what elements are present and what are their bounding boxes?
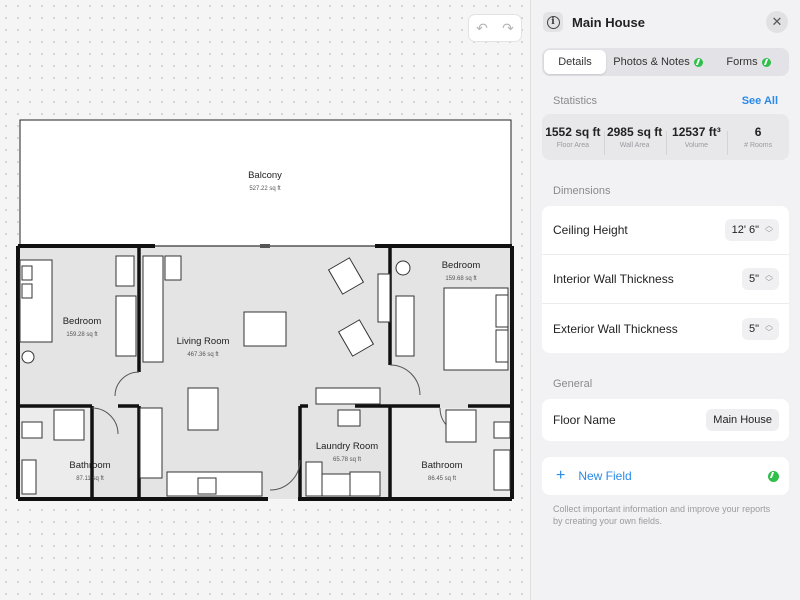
close-icon: ✕ xyxy=(771,14,783,29)
row-label: Interior Wall Thickness xyxy=(553,272,674,286)
floor-plan[interactable]: Balcony 527.22 sq ft Bedroom 159.28 sq f… xyxy=(0,110,530,510)
stat-rooms: 6 # Rooms xyxy=(727,125,789,155)
picker-value: 5" xyxy=(748,322,759,335)
row-label: Floor Name xyxy=(553,413,616,427)
room-area: 87.11 sq ft xyxy=(76,476,104,482)
redo-button[interactable]: ↷ xyxy=(495,15,521,41)
window-mark xyxy=(260,244,270,248)
room-name: Bedroom xyxy=(442,260,481,271)
stat-label: Volume xyxy=(684,142,709,149)
statistics-card: 1552 sq ft Floor Area 2985 sq ft Wall Ar… xyxy=(542,114,789,160)
tab-forms[interactable]: Forms xyxy=(710,50,787,74)
tab-bar: Details Photos & Notes Forms xyxy=(542,48,789,76)
chevron-up-down-icon: ︿ ﹀ xyxy=(765,319,773,337)
redo-arrow-icon: ↷ xyxy=(502,19,514,36)
new-field-help: Collect important information and improv… xyxy=(553,504,771,526)
close-button[interactable]: ✕ xyxy=(766,11,788,33)
stat-volume: 12537 ft³ Volume xyxy=(665,125,728,155)
room-name: Living Room xyxy=(177,336,230,347)
statistics-header: Statistics See All xyxy=(531,92,800,110)
undo-button[interactable]: ↶ xyxy=(469,15,495,41)
undo-arrow-icon: ↶ xyxy=(476,19,488,36)
section-title: Dimensions xyxy=(553,185,611,197)
undo-redo-group: ↶ ↷ xyxy=(468,14,522,42)
stat-value: 2985 sq ft xyxy=(606,125,663,139)
stat-label: Wall Area xyxy=(619,142,650,149)
ceiling-height-picker[interactable]: 12' 6" ︿ ﹀ xyxy=(724,219,779,241)
stat-value: 12537 ft³ xyxy=(672,125,721,139)
picker-value: 5" xyxy=(748,273,759,285)
room-name: Bathroom xyxy=(421,460,462,471)
see-all-link[interactable]: See All xyxy=(742,95,778,107)
dimensions-header: Dimensions xyxy=(531,182,800,200)
new-field-label: New Field xyxy=(578,469,632,483)
chevron-up-down-icon: ︿ ﹀ xyxy=(765,270,773,287)
section-title: Statistics xyxy=(553,95,598,107)
dimensions-card: Ceiling Height 12' 6" ︿ ﹀ Interior Wall T… xyxy=(542,206,789,353)
stat-wall-area: 2985 sq ft Wall Area xyxy=(603,125,666,155)
bolt-badge-icon xyxy=(693,57,703,67)
room-name: Laundry Room xyxy=(316,441,378,452)
picker-value: 12' 6" xyxy=(731,224,759,236)
room-area: 65.78 sq ft xyxy=(333,457,361,463)
panel-header: i Main House ✕ xyxy=(531,0,800,44)
section-title: General xyxy=(553,378,593,390)
interior-wall-picker[interactable]: 5" ︿ ﹀ xyxy=(741,268,779,290)
tab-label: Forms xyxy=(726,56,758,68)
room-name: Bathroom xyxy=(69,460,110,471)
chevron-up-down-icon: ︿ ﹀ xyxy=(765,221,773,238)
room-area: 527.22 sq ft xyxy=(249,186,281,192)
panel-title: Main House xyxy=(572,14,645,30)
balcony-area[interactable] xyxy=(19,119,512,247)
general-card: Floor Name Main House xyxy=(542,399,789,441)
ceiling-height-row: Ceiling Height 12' 6" ︿ ﹀ xyxy=(542,206,789,255)
stat-floor-area: 1552 sq ft Floor Area xyxy=(542,125,604,149)
tab-details[interactable]: Details xyxy=(544,50,606,74)
row-label: Exterior Wall Thickness xyxy=(553,321,678,336)
room-area: 467.36 sq ft xyxy=(187,352,219,358)
stat-label: Floor Area xyxy=(556,142,590,149)
room-name: Balcony xyxy=(248,170,282,181)
floor-name-row: Floor Name Main House xyxy=(542,399,789,441)
tab-label: Details xyxy=(558,56,592,68)
row-label: Ceiling Height xyxy=(553,223,628,237)
stat-label: # Rooms xyxy=(744,142,773,149)
stat-value: 6 xyxy=(754,125,762,139)
floor-name-field[interactable]: Main House xyxy=(706,409,779,431)
new-field-button[interactable]: + New Field xyxy=(542,457,789,495)
floor-plan-canvas[interactable]: ↶ ↷ Balcony 527.22 sq ft Bedroom 159.28 … xyxy=(0,0,530,600)
room-name: Bedroom xyxy=(63,316,102,327)
bolt-badge-icon xyxy=(768,470,779,482)
info-icon[interactable]: i xyxy=(543,12,563,32)
general-header: General xyxy=(531,375,800,393)
room-area: 86.45 sq ft xyxy=(428,476,456,482)
room-area: 159.68 sq ft xyxy=(445,276,477,282)
plus-icon: + xyxy=(556,467,566,484)
stat-value: 1552 sq ft xyxy=(545,125,601,139)
tab-photos-notes[interactable]: Photos & Notes xyxy=(606,50,710,74)
interior-wall-row: Interior Wall Thickness 5" ︿ ﹀ xyxy=(542,255,789,304)
details-panel: i Main House ✕ Details Photos & Notes Fo… xyxy=(530,0,800,600)
exterior-wall-picker[interactable]: 5" ︿ ﹀ xyxy=(741,317,779,340)
room-area: 159.28 sq ft xyxy=(66,332,98,338)
bolt-badge-icon xyxy=(761,57,771,67)
exterior-wall-row: Exterior Wall Thickness 5" ︿ ﹀ xyxy=(542,304,789,353)
tab-label: Photos & Notes xyxy=(613,56,690,68)
